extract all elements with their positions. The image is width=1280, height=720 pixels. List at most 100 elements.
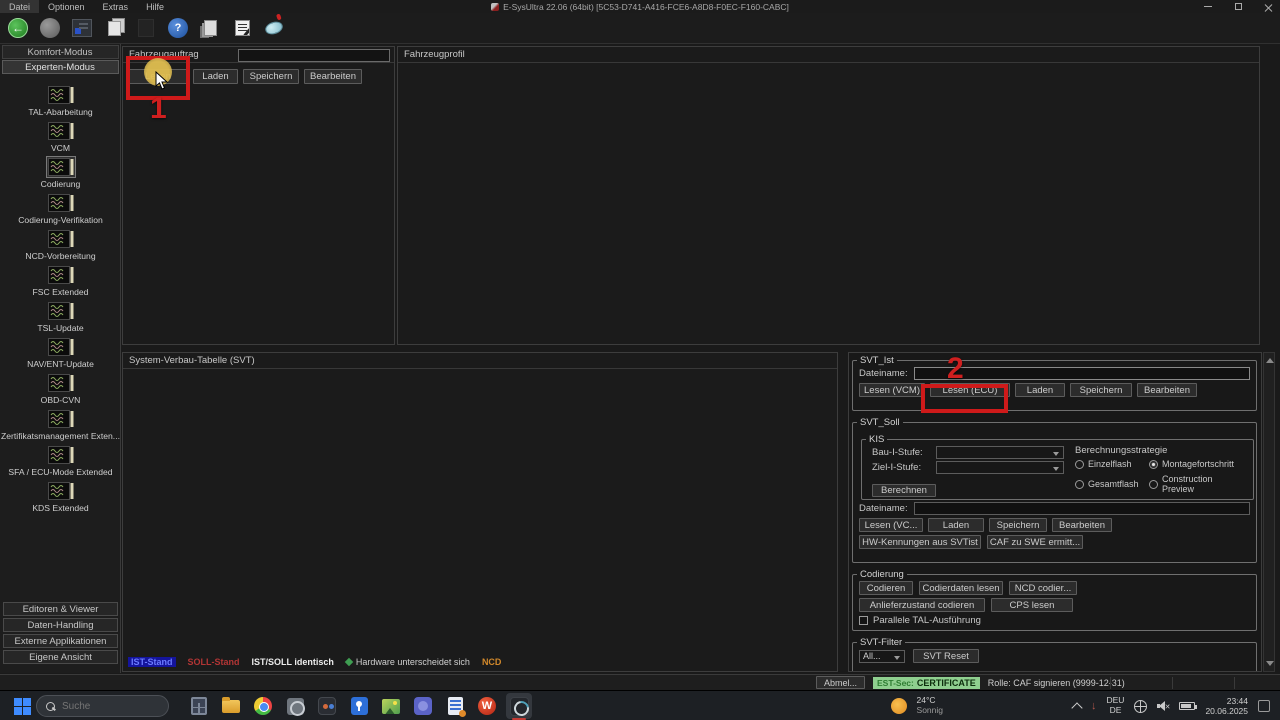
language-switcher[interactable]: DEU DE	[1107, 696, 1125, 716]
notification-icon[interactable]	[1258, 700, 1270, 712]
radio-construction-preview[interactable]: Construction Preview	[1149, 474, 1247, 494]
menu-extras[interactable]: Extras	[94, 0, 138, 13]
taskbar-explorer-icon[interactable]	[218, 693, 244, 719]
sidebar-externe-applikationen-button[interactable]: Externe Applikationen	[3, 634, 118, 648]
taskbar-document-icon[interactable]	[442, 693, 468, 719]
sidebar-editoren-viewer-button[interactable]: Editoren & Viewer	[3, 602, 118, 616]
battery-icon[interactable]	[1179, 702, 1195, 710]
copy-icon[interactable]	[102, 16, 126, 40]
ncd-codieren-button[interactable]: NCD codier...	[1009, 581, 1077, 595]
module-icon	[46, 336, 76, 358]
taskbar: W 24°C Sonnig ↓ DEU DE ✕ 23:44 20.06.202…	[0, 690, 1280, 720]
taskbar-password-manager-icon[interactable]	[346, 693, 372, 719]
sidebar-item-label: TSL-Update	[37, 323, 83, 333]
sidebar-item-vcm[interactable]: VCM	[0, 118, 121, 154]
stop-icon[interactable]	[38, 16, 62, 40]
taskbar-esys-icon-active[interactable]	[506, 693, 532, 719]
clock[interactable]: 23:44 20.06.2025	[1205, 696, 1248, 716]
fahrzeugauftrag-input[interactable]	[238, 49, 390, 62]
taskbar-photos-icon[interactable]	[378, 693, 404, 719]
close-button[interactable]	[1260, 1, 1276, 12]
sidebar-item-codierung-verifikation[interactable]: Codierung-Verifikation	[0, 190, 121, 226]
download-icon[interactable]: ↓	[1091, 700, 1097, 712]
sidebar-item-ncd-vorbereitung[interactable]: NCD-Vorbereitung	[0, 226, 121, 262]
svt-ist-dateiname-input[interactable]	[914, 367, 1250, 380]
bau-i-stufe-dropdown[interactable]	[936, 446, 1064, 459]
legend-hardware-unterschied: Hardware unterscheidet sich	[346, 657, 470, 667]
sidebar-daten-handling-button[interactable]: Daten-Handling	[3, 618, 118, 632]
svt-ist-bearbeiten-button[interactable]: Bearbeiten	[1137, 383, 1197, 397]
menu-optionen[interactable]: Optionen	[39, 0, 94, 13]
menu-datei[interactable]: Datei	[0, 0, 39, 13]
radio-einzelflash[interactable]: Einzelflash	[1075, 459, 1149, 469]
svt-soll-dateiname-input[interactable]	[914, 502, 1250, 515]
svt-ist-laden-button[interactable]: Laden	[1015, 383, 1065, 397]
sidebar-komfort-modus-button[interactable]: Komfort-Modus	[2, 45, 119, 59]
taskbar-chrome-icon[interactable]	[250, 693, 276, 719]
svt-soll-lesen-vcm-button[interactable]: Lesen (VC...	[859, 518, 923, 532]
cps-lesen-button[interactable]: CPS lesen	[991, 598, 1073, 612]
vertical-scrollbar[interactable]	[1263, 352, 1275, 672]
taskbar-search[interactable]	[36, 695, 169, 717]
weather-sun-icon[interactable]	[891, 698, 907, 714]
sidebar-experten-modus-button[interactable]: Experten-Modus	[2, 60, 119, 74]
taskbar-winrar-icon[interactable]: W	[474, 693, 500, 719]
caf-zu-swe-button[interactable]: CAF zu SWE ermitt...	[987, 535, 1083, 549]
reports-icon[interactable]	[198, 16, 222, 40]
sidebar-item-zertifikatsmanagement[interactable]: Zertifikatsmanagement Exten...	[0, 406, 121, 442]
sidebar-item-tsl-update[interactable]: TSL-Update	[0, 298, 121, 334]
sidebar-item-sfa-ecu-mode[interactable]: SFA / ECU-Mode Extended	[0, 442, 121, 478]
fa-speichern-button[interactable]: Speichern	[243, 69, 299, 84]
sidebar-item-tal-abarbeitung[interactable]: TAL-Abarbeitung	[0, 82, 121, 118]
svt-reset-button[interactable]: SVT Reset	[913, 649, 979, 663]
svt-ist-lesen-vcm-button[interactable]: Lesen (VCM)	[859, 383, 925, 397]
tray-expand-icon[interactable]	[1071, 702, 1082, 713]
sidebar-item-kds-extended[interactable]: KDS Extended	[0, 478, 121, 514]
taskbar-teams-icon[interactable]	[410, 693, 436, 719]
sidebar-item-codierung[interactable]: Codierung	[0, 154, 121, 190]
volume-muted-icon[interactable]: ✕	[1157, 701, 1169, 711]
svt-soll-laden-button[interactable]: Laden	[928, 518, 984, 532]
taskbar-resolve-icon[interactable]	[314, 693, 340, 719]
abmelden-button[interactable]: Abmel...	[816, 676, 865, 689]
fa-laden-button[interactable]: Laden	[193, 69, 238, 84]
anlieferzustand-codieren-button[interactable]: Anlieferzustand codieren	[859, 598, 985, 612]
search-input[interactable]	[62, 701, 152, 712]
menu-hilfe[interactable]: Hilfe	[137, 0, 173, 13]
sidebar-item-fsc-extended[interactable]: FSC Extended	[0, 262, 121, 298]
svt-soll-bearbeiten-button[interactable]: Bearbeiten	[1052, 518, 1112, 532]
editor-icon[interactable]	[230, 16, 254, 40]
codierdaten-lesen-button[interactable]: Codierdaten lesen	[919, 581, 1003, 595]
minimize-button[interactable]	[1200, 1, 1216, 12]
scroll-down-icon[interactable]	[1266, 661, 1274, 668]
svt-ist-speichern-button[interactable]: Speichern	[1070, 383, 1132, 397]
start-button[interactable]	[14, 698, 31, 715]
back-icon[interactable]: ←	[6, 16, 30, 40]
taskbar-calculator-icon[interactable]	[186, 693, 212, 719]
taskbar-tool-icon[interactable]	[282, 693, 308, 719]
annotation-number-1: 1	[150, 92, 167, 126]
parallele-tal-checkbox[interactable]	[859, 616, 868, 625]
berechnen-button[interactable]: Berechnen	[872, 484, 936, 497]
codieren-button[interactable]: Codieren	[859, 581, 913, 595]
svt-soll-speichern-button[interactable]: Speichern	[989, 518, 1047, 532]
maximize-button[interactable]	[1230, 1, 1246, 12]
language-bottom: DE	[1107, 706, 1125, 716]
sidebar-item-nav-ent-update[interactable]: NAV/ENT-Update	[0, 334, 121, 370]
ziel-i-stufe-dropdown[interactable]	[936, 461, 1064, 474]
radio-montagefortschritt[interactable]: Montagefortschritt	[1149, 459, 1247, 469]
radio-gesamtflash[interactable]: Gesamtflash	[1075, 474, 1149, 494]
sidebar-item-obd-cvn[interactable]: OBD-CVN	[0, 370, 121, 406]
help-icon[interactable]: ?	[166, 16, 190, 40]
hotplug-mouse-icon[interactable]	[262, 16, 286, 40]
network-icon[interactable]	[1134, 700, 1147, 713]
module-icon	[46, 264, 76, 286]
scroll-up-icon[interactable]	[1266, 356, 1274, 363]
weather-widget[interactable]: 24°C Sonnig	[917, 696, 943, 716]
hw-kennungen-button[interactable]: HW-Kennungen aus SVTist	[859, 535, 981, 549]
sidebar-eigene-ansicht-button[interactable]: Eigene Ansicht	[3, 650, 118, 664]
fa-bearbeiten-button[interactable]: Bearbeiten	[304, 69, 362, 84]
module-icon	[46, 300, 76, 322]
connection-icon[interactable]	[70, 16, 94, 40]
svt-filter-dropdown[interactable]: All...	[859, 650, 905, 663]
